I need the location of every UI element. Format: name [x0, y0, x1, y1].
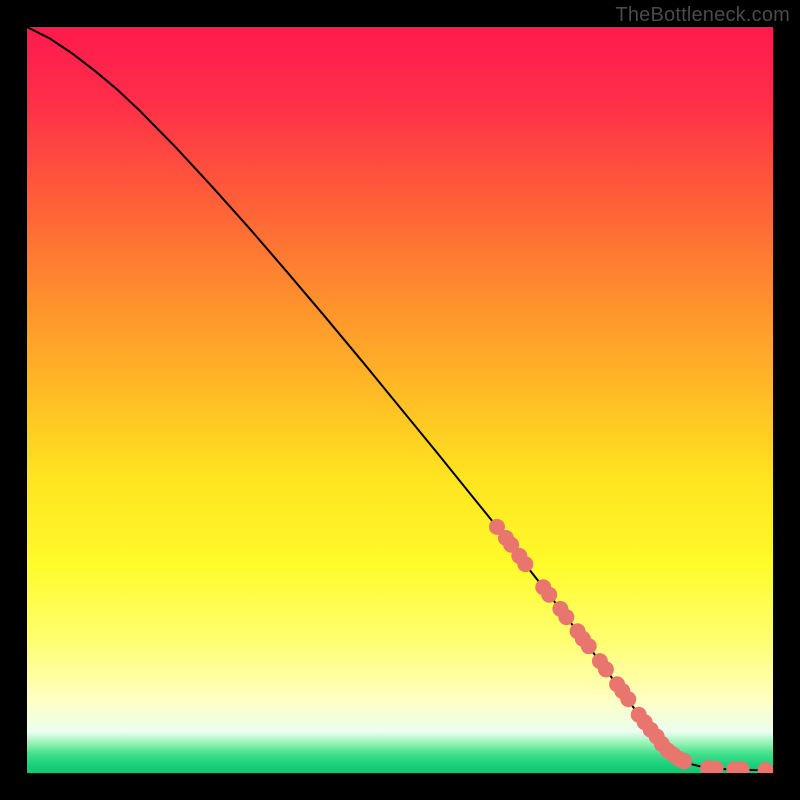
plot-area — [27, 27, 773, 773]
plot-svg — [27, 27, 773, 773]
data-marker — [541, 587, 557, 603]
data-marker — [581, 638, 597, 654]
data-marker — [620, 691, 636, 707]
data-marker — [676, 753, 692, 769]
data-marker — [558, 609, 574, 625]
data-marker — [517, 556, 533, 572]
watermark-label: TheBottleneck.com — [615, 4, 790, 27]
chart-stage: TheBottleneck.com — [0, 0, 800, 800]
gradient-background — [27, 27, 773, 773]
data-marker — [598, 661, 614, 677]
